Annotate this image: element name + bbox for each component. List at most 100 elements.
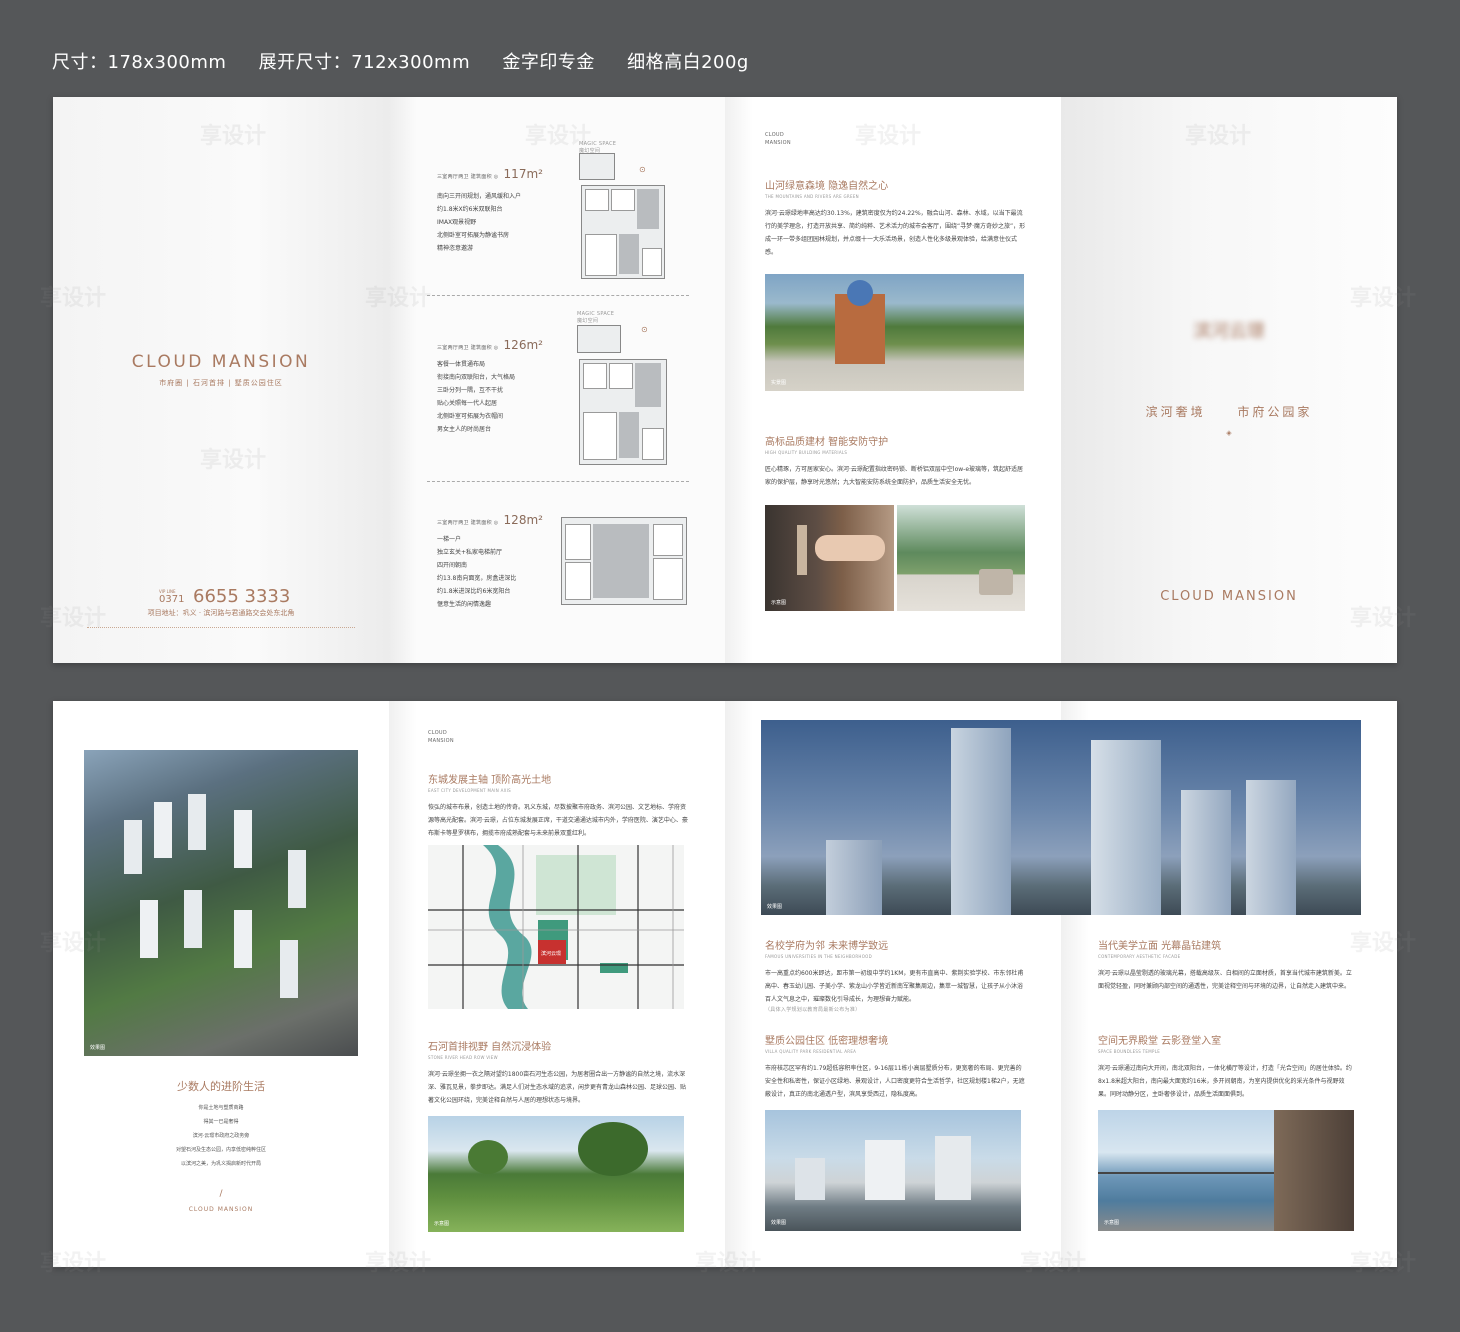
watermark: 享设计	[40, 931, 107, 956]
slogan: 滨河奢境 市府公园家	[1061, 403, 1397, 420]
feature-line: 独立玄关+私家电梯前厅	[437, 549, 503, 556]
poem-line: 滨河·云璟市政府之政务旁	[192, 1133, 250, 1139]
cover-subtitle: 市府圈 | 石河首排 | 墅质公园住区	[159, 379, 283, 387]
slash-mark-icon: /	[219, 1189, 223, 1199]
hero-render: 效果图	[761, 720, 1361, 915]
building-block	[288, 850, 306, 908]
armchair-shape	[979, 569, 1013, 595]
photo-caption: 效果图	[767, 904, 783, 910]
smart-lock-photo: 示意图	[765, 505, 894, 611]
building-block	[140, 900, 158, 958]
brand-mark: CLOUD MANSION	[765, 132, 791, 146]
facade-section: 当代美学立面 光幕晶钻建筑 CONTEMPORARY AESTHETIC FAC…	[1098, 937, 1356, 993]
feature-line: 四开间朝南	[437, 562, 468, 569]
watermark: 享设计	[200, 448, 267, 473]
plan-128: 三室两厅两卫 建筑面积 ◎ 128m²	[437, 509, 543, 528]
space-en: SPACE BOUNDLESS TEMPLE	[1098, 1049, 1161, 1054]
tower	[1091, 740, 1161, 915]
plan-126: 三室两厅两卫 建筑面积 ◎ 126m²	[437, 334, 543, 353]
floorplan-drawing	[579, 359, 667, 465]
inner-left-brand: CLOUD MANSION	[188, 1206, 254, 1213]
feature-line: 北侧卧室可拓展为衣帽间	[437, 413, 504, 420]
inner-sheet: 效果图 少数人的进阶生活 你是土地与塑质商路 得其一已是奢得 滨河·云璟市政府之…	[53, 701, 1397, 1267]
river-body: 滨河·云璟坐拥一衣之隔对望约1800亩石河生态公园，为居者圈合出一方静谧的自然之…	[428, 1071, 687, 1104]
watermark: 享设计	[1350, 931, 1417, 956]
area-code: 0371	[159, 594, 185, 605]
balcony-photo: 示意图	[1098, 1110, 1354, 1231]
floorplan-drawing	[577, 325, 621, 353]
poem-line: 你是土地与塑质商路	[198, 1105, 244, 1111]
school-body: 市一高重点约600米即达，距市第一初级中学约1KM，更有市直高中、紫荆实验学校、…	[765, 970, 1024, 1003]
fold-shadow	[389, 701, 417, 1267]
photo-caption: 实景图	[771, 380, 787, 386]
spec-paper: 细格高白200g	[627, 52, 749, 73]
watermark: 享设计	[1350, 1251, 1417, 1276]
map-project-label: 滨河云璟	[541, 950, 561, 957]
panel-aerial: 效果图 少数人的进阶生活 你是土地与塑质商路 得其一已是奢得 滨河·云璟市政府之…	[53, 701, 389, 1267]
feature-line: 约13.8南向面宽，房盒进深比	[437, 575, 517, 582]
security-heading: 高标品质建材 智能安防守护 HIGH QUALITY BUILDING MATE…	[765, 433, 1027, 489]
tower	[935, 1136, 971, 1200]
floorplan-drawing	[579, 153, 615, 180]
feature-line: 约1.8米X约6米双联阳台	[437, 206, 503, 213]
backcover-title: CLOUD MANSION	[1160, 589, 1298, 604]
floorplan-drawing	[581, 185, 665, 279]
hand-shape	[815, 535, 885, 561]
watermark: 享设计	[40, 1251, 107, 1276]
watermark: 享设计	[1020, 1251, 1087, 1276]
school-note: （具体入学规划以教育局最新公布为准）	[765, 1007, 861, 1013]
tower	[1181, 790, 1231, 915]
panel-floorplans: 三室两厅两卫 建筑面积 ◎ 117m² 南向三开间规划，通风缓和入户 约1.8米…	[389, 97, 725, 663]
plan-features: 南向三开间规划，通风缓和入户 约1.8米X约6米双联阳台 IMAX观景视野 北侧…	[437, 190, 521, 255]
pinwheel-icon	[847, 280, 873, 306]
plan-features: 客餐一体贯通布局 衔接南向双联阳台，大气格局 三卧分列一隅，互不干扰 贴心关照每…	[437, 358, 515, 436]
feature-line: 精神恣意邀游	[437, 245, 474, 252]
watermark: 享设计	[40, 286, 107, 311]
location-heading: 东城发展主轴 顶阶高光土地 EAST CITY DEVELOPMENT MAIN…	[428, 771, 690, 840]
school-en: FAMOUS UNIVERSITIES IN THE NEIGHBORHOOD	[765, 954, 873, 959]
plan-header: 三室两厅两卫 建筑面积 ◎	[437, 174, 499, 180]
photo-caption: 示意图	[434, 1221, 450, 1227]
facade-title: 当代美学立面 光幕晶钻建筑	[1098, 941, 1222, 952]
security-title: 高标品质建材 智能安防守护	[765, 437, 889, 448]
playground-photo: 实景图	[765, 274, 1024, 391]
feature-line: 南向三开间规划，通风缓和入户	[437, 193, 522, 200]
building-block	[188, 794, 206, 850]
watermark: 享设计	[1185, 124, 1252, 149]
cover-rule	[87, 627, 355, 628]
building-block	[154, 802, 172, 858]
space-section: 空间无界殿堂 云影登堂入室 SPACE BOUNDLESS TEMPLE 滨河·…	[1098, 1032, 1356, 1101]
location-body: 恢弘的城市布景，创造土地的传奇。巩义东城，尽数披聚市府政务、滨河公园、文艺地标、…	[428, 804, 688, 837]
location-title: 东城发展主轴 顶阶高光土地	[428, 775, 552, 786]
feature-line: 北侧卧室可拓展为静谧书房	[437, 232, 510, 239]
building-block	[280, 940, 298, 998]
interior-wall	[1274, 1110, 1354, 1231]
plan-area: 117m²	[503, 167, 543, 181]
plan-features: 一梯一户 独立玄关+私家电梯前厅 四开间朝南 约13.8南向面宽，房盒进深比 约…	[437, 533, 516, 611]
river-en: STONE RIVER HEAD ROW VIEW	[428, 1055, 498, 1060]
photo-caption: 示意图	[1104, 1220, 1120, 1226]
building-block	[234, 910, 252, 968]
poem-line: 以滨河之美，为巩义揭启新时代开局	[180, 1161, 261, 1167]
watermark: 享设计	[200, 124, 267, 149]
outer-sheet: CLOUD MANSION 市府圈 | 石河首排 | 墅质公园住区 VIP LI…	[53, 97, 1397, 663]
feature-line: 贴心关照每一代人起居	[437, 400, 498, 407]
villa-section: 墅质公园住区 低密理想奢境 VILLA QUALITY PARK RESIDEN…	[765, 1032, 1027, 1101]
tree-shape	[468, 1140, 508, 1174]
divider	[427, 481, 689, 482]
cover-phone: 6655 3333	[193, 586, 291, 607]
feature-line: 衔接南向双联阳台，大气格局	[437, 374, 516, 381]
security-body: 匠心精琢，方可居家安心。滨河·云璟配置指纹密码锁、断桥铝双层中空low-e玻璃等…	[765, 466, 1024, 486]
building-block	[234, 810, 252, 868]
plan-area: 128m²	[503, 513, 543, 527]
tree-shape	[578, 1122, 648, 1176]
feature-line: 惬意生活的闲情逸趣	[437, 601, 492, 608]
window-photo	[897, 505, 1025, 611]
plan-area: 126m²	[503, 338, 543, 352]
brand-logo: 滨河云璟	[1193, 321, 1265, 342]
school-section: 名校学府为邻 未来博学致远 FAMOUS UNIVERSITIES IN THE…	[765, 937, 1027, 1013]
magic-space-label: MAGIC SPACE 魔幻空间	[577, 311, 615, 324]
villa-title: 墅质公园住区 低密理想奢境	[765, 1036, 889, 1047]
cover-title: CLOUD MANSION	[131, 352, 311, 372]
space-body: 滨河·云璟通过南向大开间，南北双阳台，一体化横厅等设计，打造「光合空间」的居住体…	[1098, 1065, 1352, 1098]
